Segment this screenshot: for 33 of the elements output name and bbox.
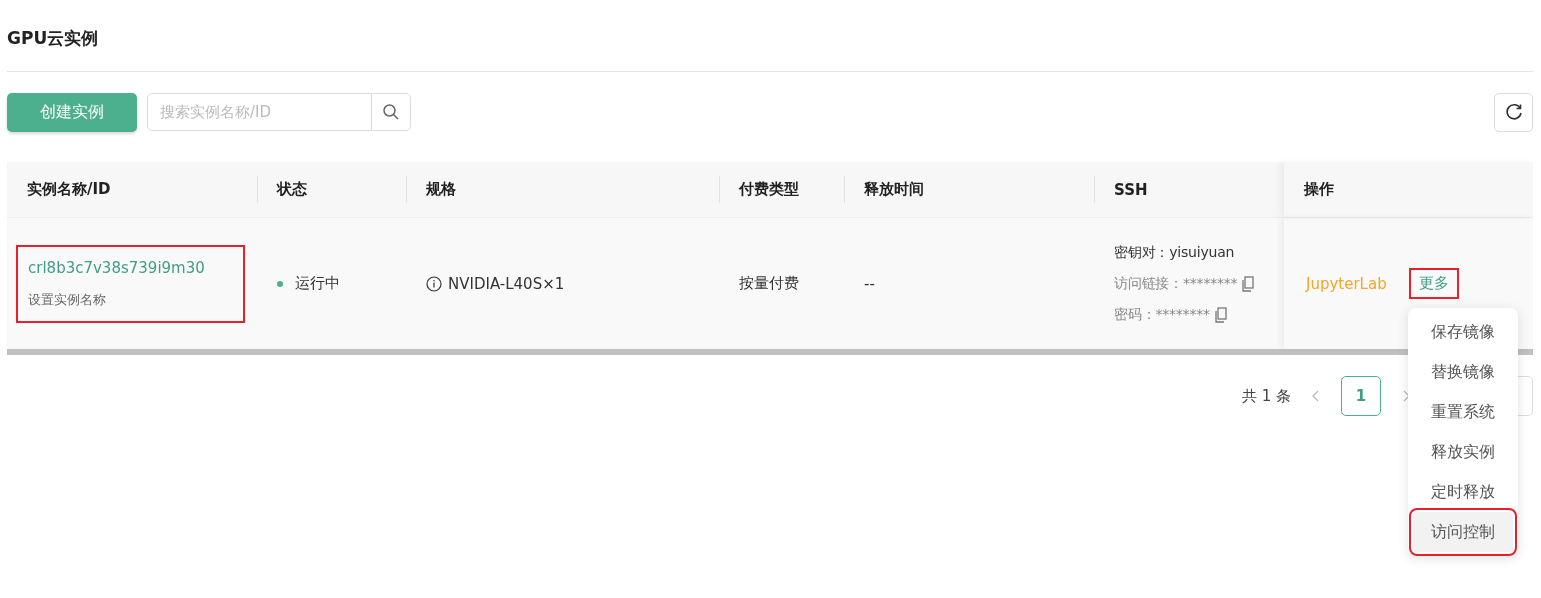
column-header: SSH — [1114, 180, 1148, 199]
refresh-icon — [1503, 102, 1524, 122]
search-field[interactable]: 搜索实例名称/ID — [148, 94, 371, 130]
menu-item[interactable]: 释放实例 — [1413, 432, 1513, 472]
info-icon — [426, 275, 442, 292]
search-box[interactable]: 搜索实例名称/ID — [147, 93, 411, 131]
spec-text: NVIDIA-L40S×1 — [448, 274, 565, 293]
ssh-info-text: 密钥对：yisuiyuan — [1114, 243, 1235, 262]
column-header: 实例名称/ID — [27, 180, 111, 199]
menu-item[interactable]: 重置系统 — [1413, 392, 1513, 432]
status-text: 运行中 — [295, 274, 340, 293]
release-time-text: -- — [864, 274, 875, 293]
total-count: 共 1 条 — [1241, 386, 1291, 406]
horizontal-scrollbar[interactable] — [7, 349, 1533, 355]
ssh-info-text: 访问链接：******** — [1114, 274, 1238, 293]
copy-icon[interactable] — [1242, 275, 1255, 292]
menu-item[interactable]: 定时释放 — [1413, 472, 1513, 512]
menu-item[interactable]: 保存镜像 — [1413, 312, 1513, 352]
column-header: 规格 — [426, 180, 456, 199]
menu-item[interactable]: 替换镜像 — [1413, 352, 1513, 392]
search-icon — [382, 103, 400, 121]
billing-text: 按量付费 — [739, 274, 799, 293]
ssh-info-text: 密码：******** — [1114, 305, 1210, 324]
page-title: GPU云实例 — [7, 27, 100, 50]
rename-link[interactable]: 设置实例名称 — [28, 290, 233, 309]
refresh-button[interactable] — [1494, 92, 1533, 132]
copy-icon[interactable] — [1214, 306, 1227, 323]
column-header: 释放时间 — [864, 180, 924, 199]
status-dot — [277, 280, 283, 287]
column-header: 操作 — [1304, 180, 1334, 199]
previous-page-icon[interactable] — [1311, 389, 1321, 403]
column-header: 状态 — [277, 180, 307, 199]
column-header: 付费类型 — [739, 180, 799, 199]
